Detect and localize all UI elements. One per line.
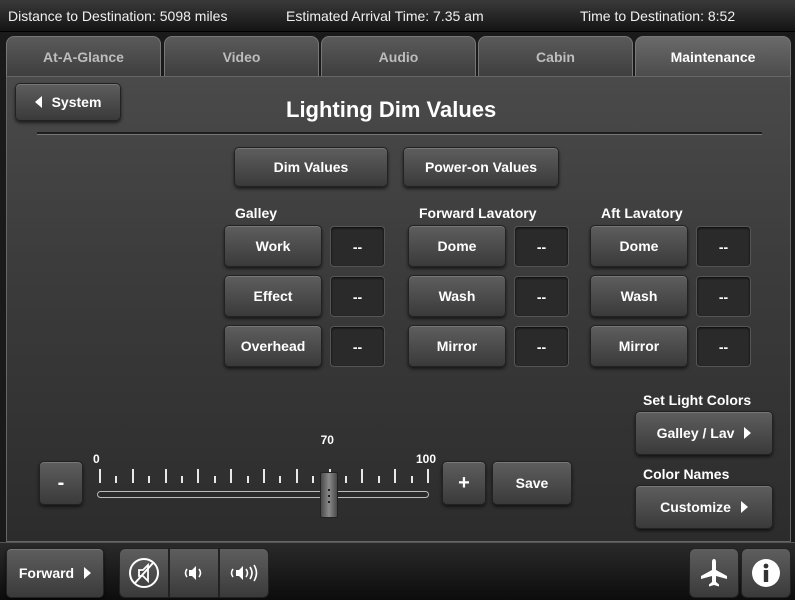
dim-slider-thumb[interactable] bbox=[319, 472, 338, 518]
slider-tick bbox=[181, 476, 183, 483]
slider-tick bbox=[295, 469, 298, 483]
main-tabs: At-A-Glance Video Audio Cabin Maintenanc… bbox=[6, 36, 791, 76]
chevron-right-icon bbox=[740, 501, 748, 513]
aft-lav-dome-button[interactable]: Dome bbox=[590, 225, 688, 267]
aft-lav-wash-button[interactable]: Wash bbox=[590, 275, 688, 317]
slider-value-label: 70 bbox=[320, 433, 334, 447]
slider-tick bbox=[312, 476, 315, 483]
arrival-time-readout: Estimated Arrival Time: 7.35 am bbox=[286, 8, 484, 24]
galley-work-button[interactable]: Work bbox=[224, 225, 322, 267]
galley-lav-colors-button[interactable]: Galley / Lav bbox=[635, 411, 773, 455]
save-button[interactable]: Save bbox=[492, 461, 572, 505]
distance-readout: Distance to Destination: 5098 miles bbox=[8, 8, 228, 24]
slider-tick bbox=[394, 469, 397, 483]
flight-info-button[interactable] bbox=[689, 548, 739, 598]
volume-high-icon bbox=[230, 564, 258, 582]
galley-work-value: -- bbox=[330, 226, 385, 267]
customize-label: Customize bbox=[660, 499, 731, 515]
forward-lav-wash-value: -- bbox=[514, 276, 569, 317]
back-button-label: System bbox=[51, 94, 102, 110]
set-light-colors-title: Set Light Colors bbox=[643, 392, 752, 408]
chevron-right-icon bbox=[84, 567, 92, 579]
slider-tick bbox=[246, 476, 249, 483]
time-to-destination-readout: Time to Destination: 8:52 bbox=[580, 8, 736, 24]
slider-tick bbox=[148, 476, 151, 483]
color-names-title: Color Names bbox=[643, 466, 730, 482]
chevron-right-icon bbox=[744, 427, 752, 439]
galley-effect-value: -- bbox=[330, 276, 385, 317]
mute-button[interactable] bbox=[119, 548, 169, 598]
galley-lav-colors-label: Galley / Lav bbox=[656, 425, 735, 441]
slider-min-label: 0 bbox=[93, 452, 100, 466]
slider-tick bbox=[410, 476, 413, 483]
back-system-button[interactable]: System bbox=[15, 83, 121, 121]
forward-lavatory-group-title: Forward Lavatory bbox=[419, 205, 537, 221]
forward-lav-mirror-button[interactable]: Mirror bbox=[408, 325, 506, 367]
forward-lav-dome-value: -- bbox=[514, 226, 569, 267]
dim-slider-track[interactable] bbox=[97, 491, 429, 498]
forward-lav-mirror-value: -- bbox=[514, 326, 569, 367]
slider-tick bbox=[115, 476, 118, 483]
volume-low-icon bbox=[184, 566, 202, 580]
slider-tick bbox=[279, 476, 282, 483]
airplane-icon bbox=[701, 559, 727, 587]
content-panel: System Lighting Dim Values Dim Values Po… bbox=[6, 76, 791, 542]
slider-tick bbox=[427, 469, 429, 483]
slider-tick bbox=[131, 469, 134, 483]
decrease-button[interactable]: - bbox=[39, 461, 83, 505]
info-button[interactable] bbox=[741, 548, 791, 598]
chevron-left-icon bbox=[34, 96, 42, 108]
slider-tick bbox=[345, 476, 347, 483]
aft-lav-dome-value: -- bbox=[696, 226, 751, 267]
info-icon bbox=[752, 559, 780, 587]
galley-group-title: Galley bbox=[235, 205, 278, 221]
tab-cabin[interactable]: Cabin bbox=[478, 36, 633, 76]
galley-overhead-value: -- bbox=[330, 326, 385, 367]
increase-button[interactable]: + bbox=[442, 461, 486, 505]
slider-tick bbox=[99, 469, 101, 483]
forward-lav-dome-button[interactable]: Dome bbox=[408, 225, 506, 267]
power-on-values-button[interactable]: Power-on Values bbox=[403, 147, 559, 187]
aft-lavatory-group-title: Aft Lavatory bbox=[601, 205, 683, 221]
slider-tick bbox=[263, 469, 265, 483]
galley-overhead-button[interactable]: Overhead bbox=[224, 325, 322, 367]
slider-tick bbox=[213, 476, 216, 483]
forward-zone-button[interactable]: Forward bbox=[6, 548, 104, 598]
title-divider bbox=[37, 132, 762, 135]
slider-tick bbox=[197, 469, 200, 483]
aft-lav-mirror-button[interactable]: Mirror bbox=[590, 325, 688, 367]
aft-lav-mirror-value: -- bbox=[696, 326, 751, 367]
galley-effect-button[interactable]: Effect bbox=[224, 275, 322, 317]
mute-icon bbox=[129, 558, 159, 588]
customize-color-names-button[interactable]: Customize bbox=[635, 485, 773, 529]
slider-tick bbox=[230, 469, 233, 483]
slider-tick bbox=[361, 469, 364, 483]
tab-at-a-glance[interactable]: At-A-Glance bbox=[6, 36, 161, 76]
dim-values-button[interactable]: Dim Values bbox=[234, 147, 388, 187]
slider-max-label: 100 bbox=[416, 452, 437, 466]
volume-high-button[interactable] bbox=[219, 548, 269, 598]
aft-lav-wash-value: -- bbox=[696, 276, 751, 317]
slider-tick bbox=[164, 469, 167, 483]
zone-label: Forward bbox=[18, 565, 75, 581]
bottom-bar: Forward bbox=[0, 542, 795, 600]
slider-tick bbox=[377, 476, 380, 483]
tab-audio[interactable]: Audio bbox=[321, 36, 476, 76]
forward-lav-wash-button[interactable]: Wash bbox=[408, 275, 506, 317]
volume-low-button[interactable] bbox=[169, 548, 219, 598]
tab-video[interactable]: Video bbox=[164, 36, 319, 76]
status-bar: Distance to Destination: 5098 miles Esti… bbox=[0, 0, 795, 32]
tab-maintenance[interactable]: Maintenance bbox=[635, 36, 791, 76]
page-title: Lighting Dim Values bbox=[286, 97, 497, 122]
